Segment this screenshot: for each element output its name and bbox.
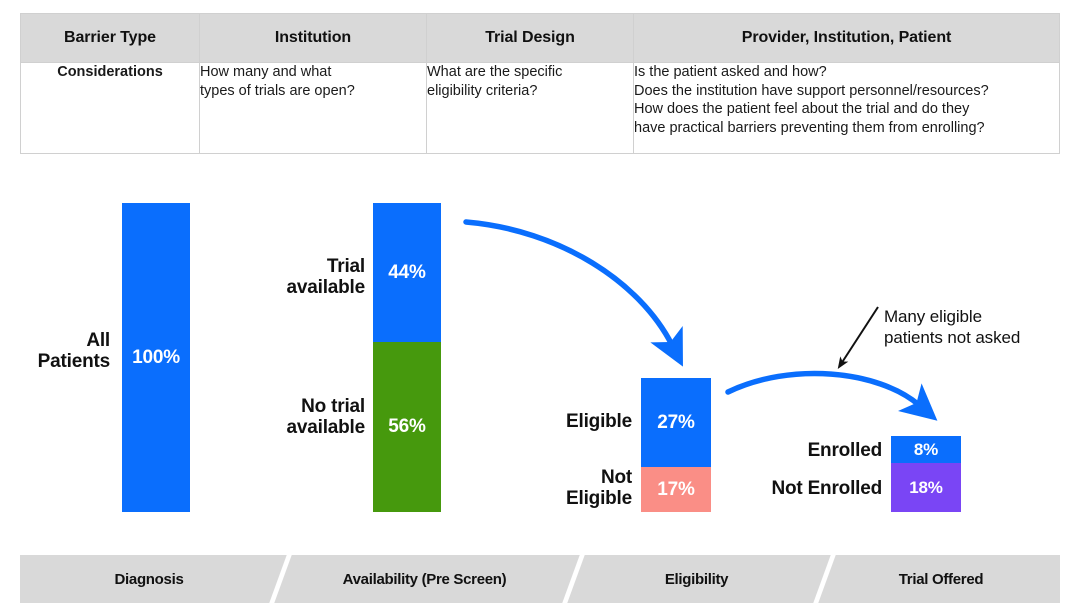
table-header-barrier-type: Barrier Type — [20, 13, 200, 63]
stage-label-trial-offered: Trial Offered — [898, 570, 984, 588]
table-cell-institution: How many and what types of trials are op… — [199, 62, 427, 154]
provider-line-4: have practical barriers preventing them … — [634, 119, 985, 136]
flow-arrow-eligibility-to-trial-offered — [725, 370, 938, 421]
bar-2-segment-1-value: 44% — [388, 261, 426, 283]
bar-availability: 44% 56% — [373, 203, 441, 512]
stage-label-availability: Availability (Pre Screen) — [342, 570, 507, 588]
bar-4-segment-2-side-label: Not Enrolled — [771, 478, 882, 499]
bar-4-segment-1-side-label: Enrolled — [807, 440, 883, 461]
bar-4-segment-not-enrolled: 18% — [891, 463, 961, 512]
bar-3-segment-eligible: 27% — [641, 378, 711, 467]
diagram-canvas: Barrier Type Institution Trial Design Pr… — [0, 0, 1079, 614]
provider-line-1: Is the patient asked and how? — [634, 64, 827, 80]
bar-2-segment-2-side-label: No trial available — [286, 396, 366, 439]
table-header-trial-design: Trial Design — [426, 13, 634, 63]
table-cell-considerations-label: Considerations — [20, 62, 200, 154]
stage-label-eligibility: Eligibility — [664, 570, 729, 588]
bar-3-segment-2-side-label: Not Eligible — [566, 467, 632, 510]
table-header-institution: Institution — [199, 13, 427, 63]
bar-4-segment-1-value: 8% — [913, 439, 939, 459]
stage-item-trial-offered[interactable]: Trial Offered — [822, 555, 1060, 603]
bar-all-patients: 100% — [122, 203, 190, 512]
bar-4-segment-enrolled: 8% — [891, 436, 961, 463]
bar-1-segment-1-side-label: All Patients — [37, 330, 111, 373]
institution-line-2: types of trials are open? — [200, 82, 355, 99]
bar-1-segment-1-value: 100% — [132, 346, 180, 368]
bar-2-segment-trial-available: 44% — [373, 203, 441, 342]
bar-1-segment-all-patients: 100% — [122, 203, 190, 512]
bar-2-segment-no-trial-available: 56% — [373, 342, 441, 512]
bar-3-segment-1-value: 27% — [657, 411, 695, 433]
callout-leader-arrow — [837, 306, 879, 370]
bar-4-segment-2-value: 18% — [909, 477, 943, 497]
trial-design-line-1: What are the specific — [427, 64, 563, 80]
bar-3-segment-1-side-label: Eligible — [566, 411, 632, 432]
flow-arrow-availability-to-eligibility — [463, 219, 683, 367]
table-row: Considerations How many and what types o… — [20, 62, 1060, 154]
table-header-row: Barrier Type Institution Trial Design Pr… — [20, 13, 1060, 63]
institution-line-1: How many and what — [200, 64, 332, 80]
provider-line-3: How does the patient feel about the tria… — [634, 101, 970, 118]
trial-design-line-2: eligibility criteria? — [427, 82, 538, 99]
stage-item-availability[interactable]: Availability (Pre Screen) — [278, 555, 571, 603]
table-cell-provider-institution-patient: Is the patient asked and how? Does the i… — [633, 62, 1060, 154]
table-cell-trial-design: What are the specific eligibility criter… — [426, 62, 634, 154]
bar-3-segment-2-value: 17% — [657, 478, 695, 500]
stage-item-diagnosis[interactable]: Diagnosis — [20, 555, 278, 603]
stage-label-diagnosis: Diagnosis — [114, 570, 184, 588]
bar-2-segment-1-side-label: Trial available — [286, 256, 366, 299]
table-header-provider-institution-patient: Provider, Institution, Patient — [633, 13, 1060, 63]
stage-item-eligibility[interactable]: Eligibility — [571, 555, 822, 603]
provider-line-2: Does the institution have support person… — [634, 82, 989, 99]
barriers-table: Barrier Type Institution Trial Design Pr… — [20, 13, 1060, 154]
stage-bar: Diagnosis Availability (Pre Screen) Elig… — [20, 555, 1060, 603]
callout-many-eligible-patients-not-asked: Many eligible patients not asked — [884, 307, 1021, 348]
bar-2-segment-2-value: 56% — [388, 416, 426, 437]
bar-trial-offered: 8% 18% — [891, 436, 961, 512]
